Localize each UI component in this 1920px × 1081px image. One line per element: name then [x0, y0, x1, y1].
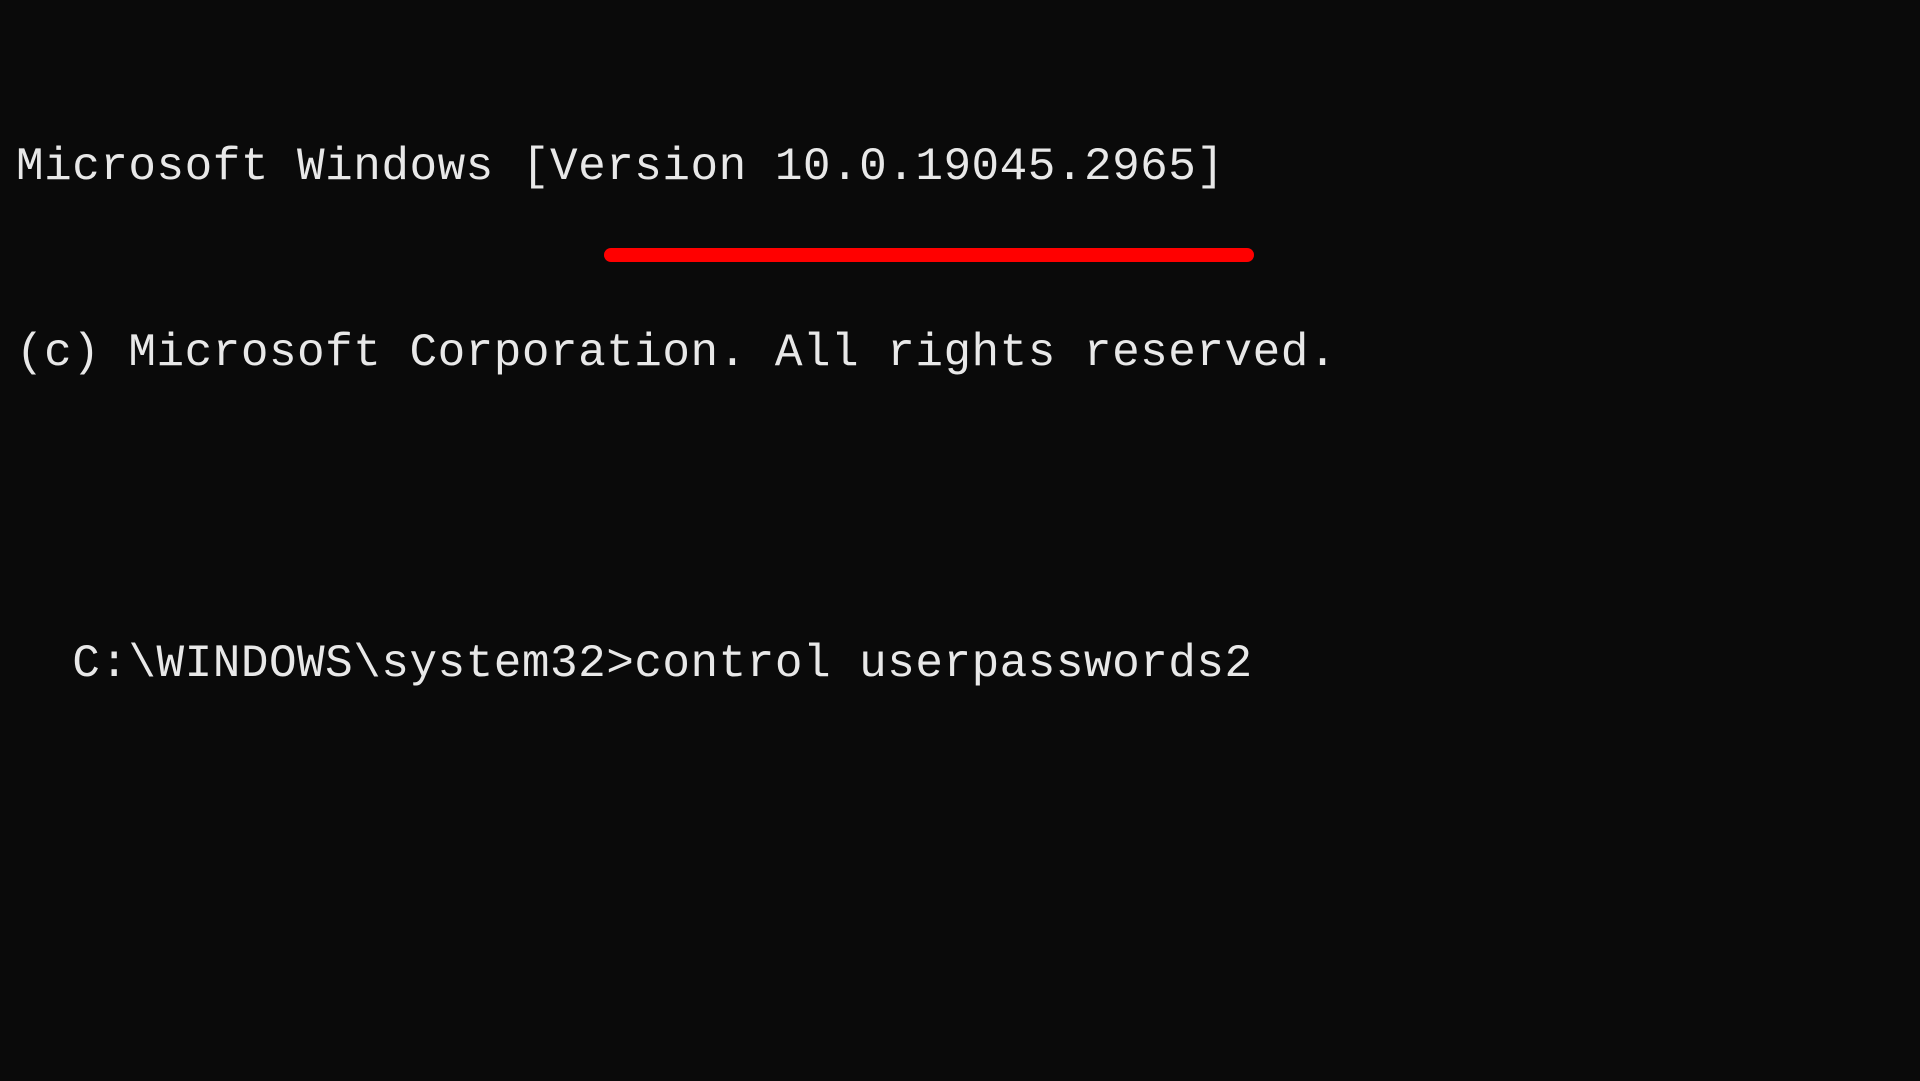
blank-line: [16, 509, 1904, 571]
prompt-line[interactable]: C:\WINDOWS\system32>control userpassword…: [72, 633, 1252, 695]
banner-version-line: Microsoft Windows [Version 10.0.19045.29…: [16, 136, 1904, 198]
banner-copyright-line: (c) Microsoft Corporation. All rights re…: [16, 322, 1904, 384]
highlight-underline-annotation: [604, 248, 1254, 262]
command-prompt-terminal[interactable]: Microsoft Windows [Version 10.0.19045.29…: [16, 12, 1904, 757]
prompt-path: C:\WINDOWS\system32>: [72, 638, 634, 690]
command-input[interactable]: control userpasswords2: [634, 638, 1252, 690]
